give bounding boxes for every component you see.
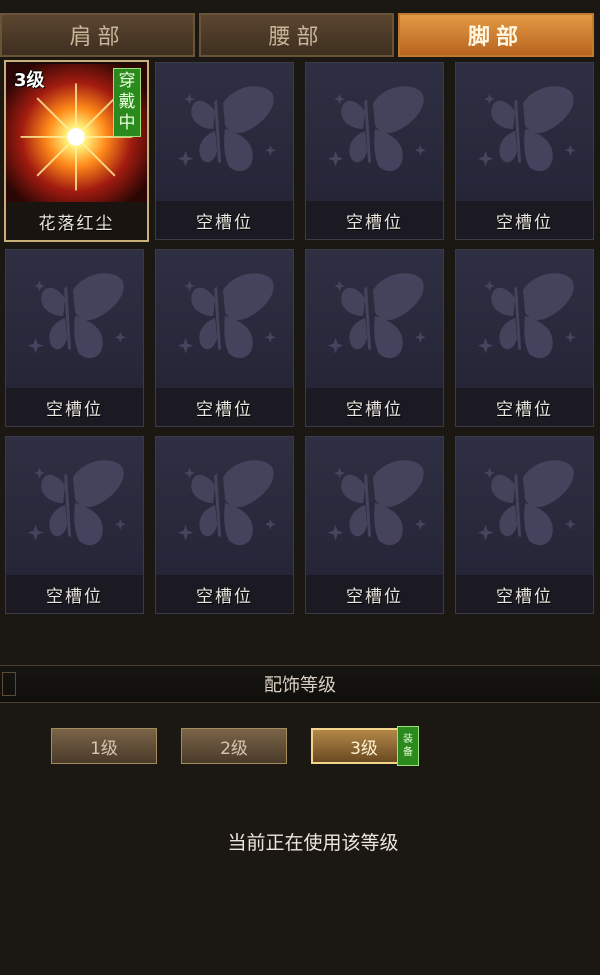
slot-label: 空槽位 xyxy=(306,575,443,613)
level-2-button[interactable]: 2级 xyxy=(181,728,287,764)
butterfly-icon xyxy=(156,63,293,201)
accessory-slot[interactable]: 空槽位 xyxy=(455,249,594,427)
accessory-slot[interactable]: 空槽位 xyxy=(155,62,294,240)
butterfly-icon xyxy=(6,250,143,388)
butterfly-icon xyxy=(156,437,293,575)
slot-label: 空槽位 xyxy=(156,388,293,426)
butterfly-icon xyxy=(156,250,293,388)
tab-feet[interactable]: 脚部 xyxy=(398,13,594,57)
accessory-slot[interactable]: 空槽位 xyxy=(5,249,144,427)
slot-label: 空槽位 xyxy=(456,575,593,613)
butterfly-icon xyxy=(306,250,443,388)
butterfly-icon xyxy=(306,437,443,575)
accessory-slot[interactable]: 空槽位 xyxy=(305,62,444,240)
accessory-slot[interactable]: 空槽位 xyxy=(455,62,594,240)
butterfly-icon xyxy=(456,250,593,388)
accessory-slot[interactable]: 空槽位 xyxy=(155,436,294,614)
section-title: 配饰等级 xyxy=(264,675,336,696)
butterfly-icon xyxy=(6,437,143,575)
tab-shoulder[interactable]: 肩部 xyxy=(0,13,195,57)
butterfly-icon xyxy=(456,63,593,201)
accessory-slot[interactable]: 空槽位 xyxy=(455,436,594,614)
slot-label: 空槽位 xyxy=(156,201,293,239)
butterfly-icon xyxy=(306,63,443,201)
butterfly-icon xyxy=(456,437,593,575)
slot-label: 空槽位 xyxy=(456,388,593,426)
slot-label: 花落红尘 xyxy=(6,202,147,240)
accessory-slot[interactable]: 3级 穿戴中 花落红尘 xyxy=(4,60,149,242)
accessory-slot[interactable]: 空槽位 xyxy=(5,436,144,614)
equipped-tag-bottom: 备 xyxy=(403,747,413,758)
equipped-tag: 装 备 xyxy=(397,726,419,766)
accessory-level-section-header: 配饰等级 xyxy=(0,665,600,703)
accessory-slot[interactable]: 空槽位 xyxy=(155,249,294,427)
slot-label: 空槽位 xyxy=(456,201,593,239)
worn-status-badge: 穿戴中 xyxy=(113,68,141,137)
item-level-badge: 3级 xyxy=(14,70,45,91)
slot-label: 空槽位 xyxy=(6,388,143,426)
slot-label: 空槽位 xyxy=(156,575,293,613)
current-level-status: 当前正在使用该等级 xyxy=(227,832,399,854)
slot-label: 空槽位 xyxy=(6,575,143,613)
slot-label: 空槽位 xyxy=(306,201,443,239)
level-1-button[interactable]: 1级 xyxy=(51,728,157,764)
equipped-tag-top: 装 xyxy=(403,734,413,745)
tab-waist[interactable]: 腰部 xyxy=(199,13,394,57)
accessory-slot[interactable]: 空槽位 xyxy=(305,249,444,427)
tab-bar: 肩部 腰部 脚部 xyxy=(0,0,600,60)
slot-label: 空槽位 xyxy=(306,388,443,426)
accessory-slot[interactable]: 空槽位 xyxy=(305,436,444,614)
